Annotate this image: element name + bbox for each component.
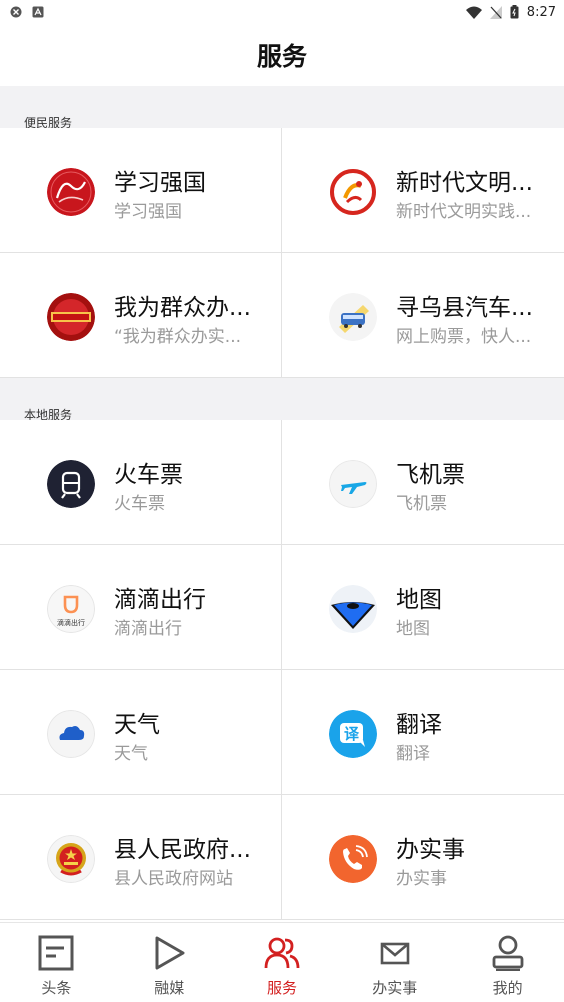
notification-blocked-icon — [10, 6, 22, 18]
service-subtitle: 飞机票 — [396, 494, 447, 514]
nav-label: 融媒 — [154, 979, 185, 997]
page-title: 服务 — [256, 42, 307, 71]
service-item-weather[interactable]: 天气 天气 — [0, 670, 282, 795]
nav-label: 服务 — [266, 979, 297, 997]
app-notification-icon — [32, 6, 44, 18]
nav-label: 办实事 — [372, 979, 418, 997]
nav-tab-headline[interactable]: 头条 — [0, 923, 113, 1002]
service-title: 翻译 — [396, 712, 442, 738]
service-title: 县人民政府... — [114, 837, 251, 863]
nav-label: 头条 — [41, 979, 72, 997]
nav-tab-media[interactable]: 融媒 — [113, 923, 226, 1002]
civilization-logo-icon — [329, 168, 377, 216]
map-pin-icon — [329, 585, 377, 633]
service-item-bus-ticket[interactable]: 寻乌县汽车... 网上购票，快人... — [282, 253, 564, 378]
service-title: 火车票 — [114, 462, 183, 488]
translate-icon-label: 译 — [344, 725, 360, 743]
mail-icon — [380, 942, 410, 965]
nav-label: 我的 — [492, 979, 523, 997]
airplane-icon — [329, 460, 377, 508]
grid-row: 天气 天气 译 翻译 翻译 — [0, 670, 564, 795]
service-title: 学习强国 — [114, 170, 206, 196]
service-title: 新时代文明... — [396, 170, 533, 196]
service-item-map[interactable]: 地图 地图 — [282, 545, 564, 670]
status-left — [10, 6, 44, 18]
service-subtitle: 新时代文明实践... — [396, 202, 532, 222]
grid-row: 滴滴出行 滴滴出行 滴滴出行 地图 地图 — [0, 545, 564, 670]
service-item-serve-people[interactable]: 我为群众办... “我为群众办实... — [0, 253, 282, 378]
service-title: 地图 — [396, 587, 442, 613]
grid-row: 县人民政府... 县人民政府网站 办实事 办实事 — [0, 795, 564, 920]
people-icon — [264, 937, 300, 969]
service-item-government[interactable]: 县人民政府... 县人民政府网站 — [0, 795, 282, 920]
headline-icon — [38, 935, 74, 971]
phone-icon — [329, 835, 377, 883]
service-title: 办实事 — [396, 837, 465, 863]
profile-icon — [492, 935, 523, 971]
status-time: 8:27 — [526, 4, 556, 20]
nav-tab-practical[interactable]: 办实事 — [338, 923, 451, 1002]
service-item-didi[interactable]: 滴滴出行 滴滴出行 滴滴出行 — [0, 545, 282, 670]
service-title: 滴滴出行 — [114, 587, 206, 613]
didi-icon-label: 滴滴出行 — [57, 618, 85, 627]
grid-row: 我为群众办... “我为群众办实... 寻乌县汽车... 网上购票，快人... — [0, 253, 564, 378]
section-header-local: 本地服务 — [0, 378, 564, 422]
nav-tab-profile[interactable]: 我的 — [451, 923, 564, 1002]
section-header-convenience: 便民服务 — [0, 86, 564, 130]
status-right: 8:27 — [465, 4, 556, 20]
translate-icon: 译 — [329, 710, 377, 758]
service-item-civilization[interactable]: 新时代文明... 新时代文明实践... — [282, 128, 564, 253]
convenience-service-grid: 学习强国 学习强国 新时代文明... 新时代文明实践... 我为群众办... “… — [0, 128, 564, 378]
service-subtitle: 火车票 — [114, 494, 165, 514]
service-item-xuexi[interactable]: 学习强国 学习强国 — [0, 128, 282, 253]
cloud-icon — [47, 710, 95, 758]
service-subtitle: 县人民政府网站 — [114, 869, 233, 889]
service-subtitle: 网上购票，快人... — [396, 327, 532, 347]
service-subtitle: 地图 — [396, 619, 430, 639]
grid-row: 火车票 火车票 飞机票 飞机票 — [0, 420, 564, 545]
serve-people-logo-icon — [47, 293, 95, 341]
service-item-practical-affairs[interactable]: 办实事 办实事 — [282, 795, 564, 920]
bottom-navigation: 头条 融媒 服务 办实事 我的 — [0, 922, 564, 1002]
service-subtitle: 天气 — [114, 744, 148, 764]
service-subtitle: 办实事 — [396, 869, 447, 889]
nav-tab-services[interactable]: 服务 — [226, 923, 339, 1002]
battery-icon — [510, 5, 519, 19]
service-subtitle: 滴滴出行 — [114, 619, 182, 639]
page-header: 服务 — [0, 24, 564, 86]
play-icon — [155, 936, 185, 970]
national-emblem-icon — [47, 835, 95, 883]
no-signal-icon — [489, 5, 502, 19]
service-title: 寻乌县汽车... — [396, 295, 533, 321]
local-service-grid: 火车票 火车票 飞机票 飞机票 滴滴出行 滴滴出行 滴滴出行 地图 地图 天气 … — [0, 420, 564, 922]
train-icon — [47, 460, 95, 508]
service-item-translate[interactable]: 译 翻译 翻译 — [282, 670, 564, 795]
service-subtitle: 学习强国 — [114, 202, 182, 222]
service-item-airplane[interactable]: 飞机票 飞机票 — [282, 420, 564, 545]
didi-icon: 滴滴出行 — [47, 585, 95, 633]
service-title: 我为群众办... — [114, 295, 251, 321]
grid-row: 学习强国 学习强国 新时代文明... 新时代文明实践... — [0, 128, 564, 253]
service-title: 飞机票 — [396, 462, 465, 488]
status-bar: 8:27 — [0, 0, 564, 24]
service-subtitle: 翻译 — [396, 744, 430, 764]
xuexi-qiangguo-logo-icon — [47, 168, 95, 216]
service-subtitle: “我为群众办实... — [114, 327, 242, 347]
service-title: 天气 — [114, 712, 160, 738]
bus-ticket-logo-icon — [329, 293, 377, 341]
service-item-train[interactable]: 火车票 火车票 — [0, 420, 282, 545]
wifi-icon — [465, 6, 482, 19]
